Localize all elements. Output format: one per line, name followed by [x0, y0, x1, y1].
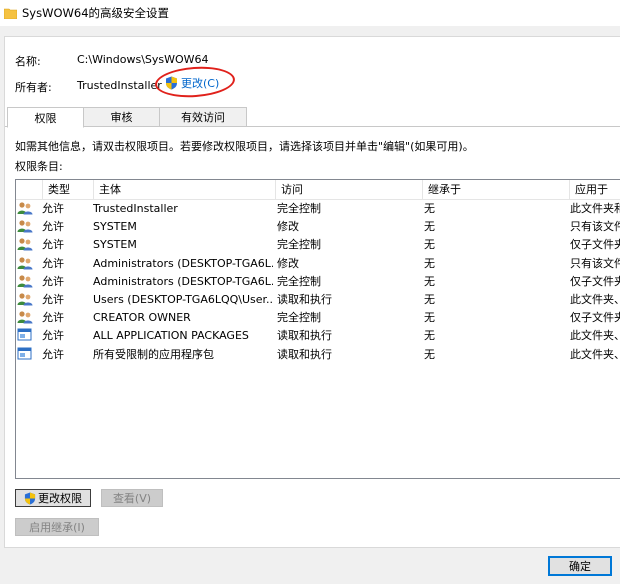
folder-icon	[4, 8, 17, 19]
owner-value: TrustedInstaller	[77, 79, 162, 92]
table-row[interactable]: 允许 ALL APPLICATION PACKAGES 读取和执行 无 此文件夹、	[16, 327, 620, 345]
cell-applies-to: 仅子文件夹	[570, 238, 620, 252]
view-button[interactable]: 查看(V)	[101, 489, 163, 507]
table-row[interactable]: 允许 Administrators (DESKTOP-TGA6L... 完全控制 无 仅…	[16, 273, 620, 291]
cell-inherited-from: 无	[424, 311, 435, 325]
cell-type: 允许	[42, 220, 64, 234]
cell-inherited-from: 无	[424, 238, 435, 252]
cell-type: 允许	[42, 347, 64, 361]
info-text: 如需其他信息，请双击权限项目。若要修改权限项目，请选择该项目并单击"编辑"(如果…	[15, 140, 474, 153]
header-access[interactable]: 访问	[275, 180, 422, 199]
tab-label: 权限	[34, 111, 57, 125]
cell-applies-to: 此文件夹和	[570, 202, 620, 215]
cell-type: 允许	[42, 202, 64, 215]
cell-inherited-from: 无	[424, 256, 435, 270]
cell-principal: ALL APPLICATION PACKAGES	[93, 329, 249, 343]
ok-button[interactable]: 确定	[548, 556, 612, 576]
cell-principal: CREATOR OWNER	[93, 311, 191, 325]
package-icon	[17, 328, 35, 344]
cell-applies-to: 此文件夹、	[570, 347, 620, 361]
cell-applies-to: 只有该文件	[570, 220, 620, 234]
cell-type: 允许	[42, 311, 64, 325]
tab-strip: 权限 审核 有效访问	[7, 107, 247, 128]
users-icon	[17, 237, 35, 253]
header-principal[interactable]: 主体	[93, 180, 275, 199]
table-row[interactable]: 允许 SYSTEM 修改 无 只有该文件	[16, 218, 620, 236]
window-title: SysWOW64的高级安全设置	[22, 6, 170, 20]
cell-type: 允许	[42, 238, 64, 252]
cell-type: 允许	[42, 274, 64, 288]
cell-type: 允许	[42, 293, 64, 306]
change-permissions-button[interactable]: 更改权限	[15, 489, 91, 507]
cell-type: 允许	[42, 256, 64, 270]
users-icon	[17, 201, 35, 217]
cell-inherited-from: 无	[424, 293, 435, 306]
header-applies-to[interactable]: 应用于	[569, 180, 620, 199]
owner-label: 所有者:	[15, 81, 52, 94]
object-path: C:\Windows\SysWOW64	[77, 53, 209, 66]
cell-applies-to: 仅子文件夹	[570, 311, 620, 325]
tab-label: 审核	[110, 111, 133, 124]
permission-entries-list[interactable]: 类型 主体 访问 继承于 应用于 允许 TrustedInstaller 完全控制无…	[15, 179, 620, 479]
cell-access: 读取和执行	[277, 293, 332, 306]
header-icon-col	[16, 180, 42, 199]
cell-principal: SYSTEM	[93, 220, 137, 234]
cell-principal: SYSTEM	[93, 238, 137, 252]
table-row[interactable]: 允许 SYSTEM 完全控制 无 仅子文件夹	[16, 236, 620, 254]
cell-type: 允许	[42, 329, 64, 343]
users-icon	[17, 219, 35, 235]
cell-inherited-from: 无	[424, 220, 435, 234]
table-row[interactable]: 允许 Users (DESKTOP-TGA6LQQ\User... 读取和执行 无 此文…	[16, 291, 620, 309]
tab-effective-access[interactable]: 有效访问	[159, 107, 247, 127]
uac-shield-icon	[24, 492, 36, 505]
list-header: 类型 主体 访问 继承于 应用于	[16, 180, 620, 200]
table-row[interactable]: 允许 CREATOR OWNER 完全控制 无 仅子文件夹	[16, 309, 620, 327]
change-permissions-label: 更改权限	[38, 492, 82, 505]
cell-principal: TrustedInstaller	[93, 202, 178, 215]
cell-access: 修改	[277, 256, 299, 270]
cell-access: 读取和执行	[277, 347, 332, 361]
cell-principal: Users (DESKTOP-TGA6LQQ\User...	[93, 293, 273, 306]
cell-inherited-from: 无	[424, 274, 435, 288]
change-owner-label: 更改(C)	[181, 77, 220, 90]
cell-access: 完全控制	[277, 202, 321, 215]
main-panel: 名称: C:\Windows\SysWOW64 所有者: TrustedInst…	[4, 36, 620, 548]
table-row[interactable]: 允许 Administrators (DESKTOP-TGA6L... 修改 无 只有该…	[16, 255, 620, 273]
users-icon	[17, 274, 35, 290]
cell-applies-to: 此文件夹、	[570, 329, 620, 343]
enable-inheritance-button[interactable]: 启用继承(I)	[15, 518, 99, 536]
cell-applies-to: 此文件夹、	[570, 293, 620, 306]
tab-label: 有效访问	[181, 111, 225, 124]
cell-applies-to: 只有该文件	[570, 256, 620, 270]
cell-inherited-from: 无	[424, 347, 435, 361]
tab-permissions[interactable]: 权限	[7, 107, 84, 128]
cell-access: 修改	[277, 220, 299, 234]
change-owner-link[interactable]: 更改(C)	[165, 75, 219, 91]
cell-inherited-from: 无	[424, 329, 435, 343]
users-icon	[17, 292, 35, 308]
cell-principal: 所有受限制的应用程序包	[93, 347, 214, 361]
entries-label: 权限条目:	[15, 160, 63, 173]
cell-access: 完全控制	[277, 238, 321, 252]
package-icon	[17, 347, 35, 363]
table-row[interactable]: 允许 TrustedInstaller 完全控制 无 此文件夹和	[16, 200, 620, 218]
name-label: 名称:	[15, 55, 41, 68]
cell-access: 完全控制	[277, 311, 321, 325]
cell-applies-to: 仅子文件夹	[570, 274, 620, 288]
title-bar: SysWOW64的高级安全设置	[0, 0, 620, 26]
cell-principal: Administrators (DESKTOP-TGA6L...	[93, 256, 273, 270]
cell-principal: Administrators (DESKTOP-TGA6L...	[93, 274, 273, 288]
users-icon	[17, 310, 35, 326]
header-type[interactable]: 类型	[42, 180, 93, 199]
tab-auditing[interactable]: 审核	[83, 107, 160, 127]
cell-inherited-from: 无	[424, 202, 435, 215]
table-row[interactable]: 允许 所有受限制的应用程序包 读取和执行 无 此文件夹、	[16, 346, 620, 364]
header-inherited-from[interactable]: 继承于	[422, 180, 569, 199]
uac-shield-icon	[165, 76, 178, 90]
cell-access: 读取和执行	[277, 329, 332, 343]
cell-access: 完全控制	[277, 274, 321, 288]
users-icon	[17, 256, 35, 272]
